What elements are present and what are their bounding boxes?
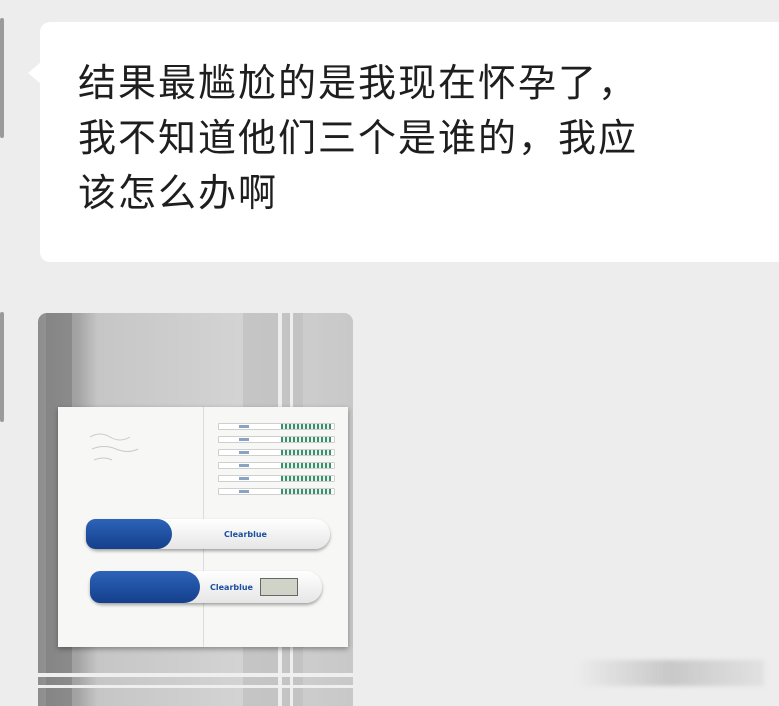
strip-result-window: [281, 424, 331, 429]
test-strip: [218, 462, 335, 469]
strip-result-window: [281, 450, 331, 455]
message-text: 结果最尴尬的是我现在怀孕了， 我不知道他们三个是谁的，我应 该怎么办啊: [78, 61, 639, 215]
strip-mark: [239, 438, 249, 441]
avatar-edge-bottom: [0, 312, 4, 422]
strip-mark: [239, 477, 249, 480]
test-booklet: Clearblue Clearblue: [58, 407, 348, 647]
test-strip: [218, 488, 335, 495]
test-strip: [218, 449, 335, 456]
image-message[interactable]: Clearblue Clearblue: [38, 313, 353, 706]
pregnancy-test-stick: Clearblue: [86, 519, 330, 549]
strip-result-window: [281, 476, 331, 481]
brand-label: Clearblue: [224, 530, 267, 539]
test-cap: [90, 571, 200, 603]
test-strip: [218, 475, 335, 482]
watermark-blur: [576, 660, 764, 686]
digital-test-stick: Clearblue: [90, 571, 322, 603]
strip-mark: [239, 425, 249, 428]
brand-label: Clearblue: [210, 583, 253, 592]
cloth-stripe-h: [38, 673, 353, 677]
strip-result-window: [281, 463, 331, 468]
strip-mark: [239, 490, 249, 493]
strip-result-window: [281, 437, 331, 442]
strip-mark: [239, 464, 249, 467]
test-cap: [86, 519, 172, 549]
strip-result-window: [281, 489, 331, 494]
avatar-edge-top: [0, 18, 4, 138]
test-strip: [218, 423, 335, 430]
digital-display: [260, 578, 298, 596]
message-bubble[interactable]: 结果最尴尬的是我现在怀孕了， 我不知道他们三个是谁的，我应 该怎么办啊: [40, 22, 779, 262]
strip-mark: [239, 451, 249, 454]
cloth-stripe-h: [38, 685, 353, 688]
handwriting-scribble: [89, 433, 139, 461]
test-strip: [218, 436, 335, 443]
